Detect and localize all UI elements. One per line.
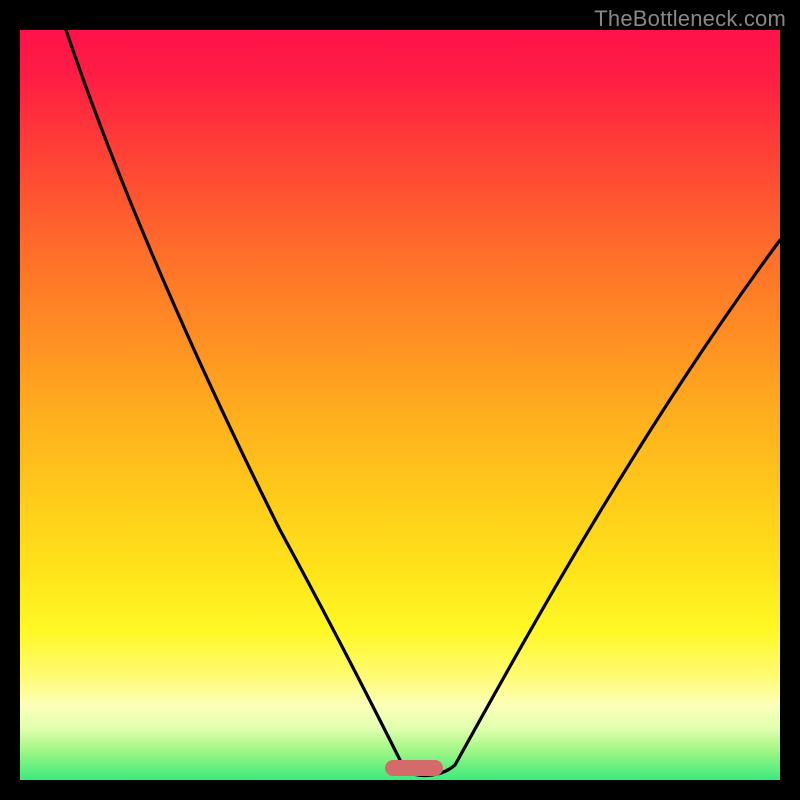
bottleneck-curve-path xyxy=(66,30,780,775)
plot-area xyxy=(20,30,780,780)
bottleneck-curve xyxy=(20,30,780,780)
chart-frame: TheBottleneck.com xyxy=(0,0,800,800)
optimal-zone-marker xyxy=(385,760,443,776)
watermark-text: TheBottleneck.com xyxy=(594,6,786,32)
